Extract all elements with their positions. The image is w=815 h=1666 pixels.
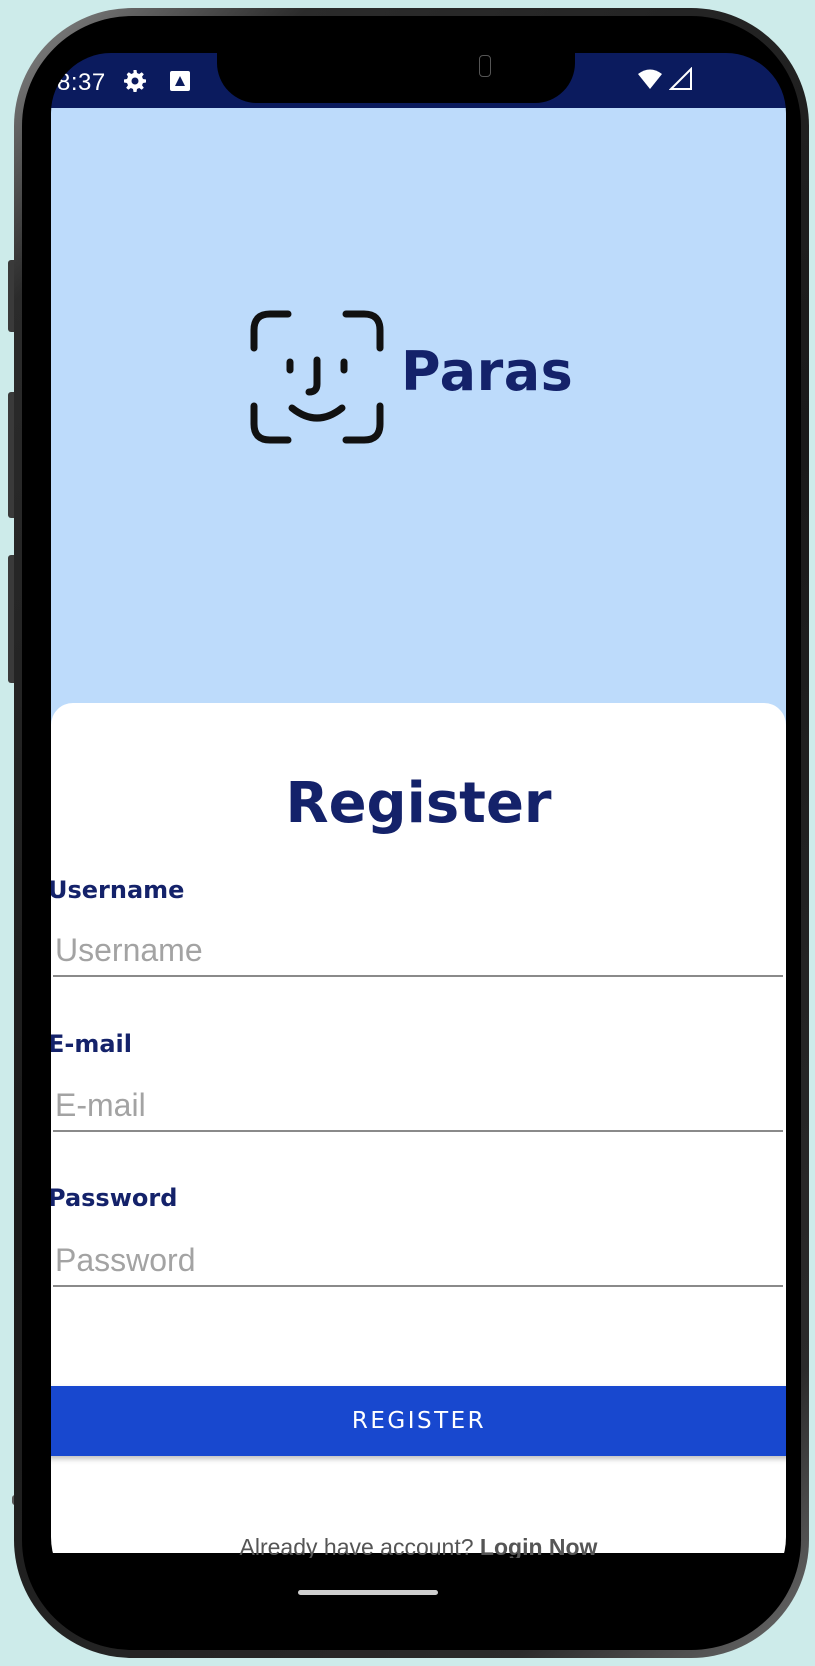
email-input[interactable] bbox=[53, 1084, 783, 1132]
username-input[interactable] bbox=[53, 929, 783, 977]
wifi-icon bbox=[638, 69, 662, 89]
hero-section: Paras bbox=[51, 108, 786, 758]
login-prompt: Already have account? Login Now bbox=[51, 1534, 786, 1561]
password-input[interactable] bbox=[53, 1239, 783, 1287]
a-icon bbox=[170, 71, 190, 91]
email-label: E-mail bbox=[51, 1030, 133, 1058]
signal-icon bbox=[669, 67, 692, 90]
username-label: Username bbox=[51, 876, 185, 904]
screenshot-stage: Paras 8:37 Register Username E-mail bbox=[0, 0, 815, 1666]
face-id-icon bbox=[250, 310, 384, 444]
login-prompt-text: Already have account? bbox=[239, 1534, 474, 1560]
login-now-link[interactable]: Login Now bbox=[480, 1534, 598, 1560]
home-indicator[interactable] bbox=[298, 1590, 438, 1595]
camera-notch bbox=[217, 53, 575, 103]
front-camera-icon bbox=[479, 55, 491, 77]
status-bar: 8:37 bbox=[51, 53, 786, 108]
phone-screen: Paras 8:37 Register Username E-mail bbox=[51, 53, 786, 1607]
register-button[interactable]: REGISTER bbox=[51, 1386, 786, 1456]
bottom-bar bbox=[51, 1558, 786, 1607]
password-label: Password bbox=[51, 1184, 178, 1212]
brand-name: Paras bbox=[401, 340, 574, 403]
page-title: Register bbox=[285, 771, 552, 836]
status-time: 8:37 bbox=[57, 69, 106, 96]
gear-icon bbox=[124, 70, 146, 92]
